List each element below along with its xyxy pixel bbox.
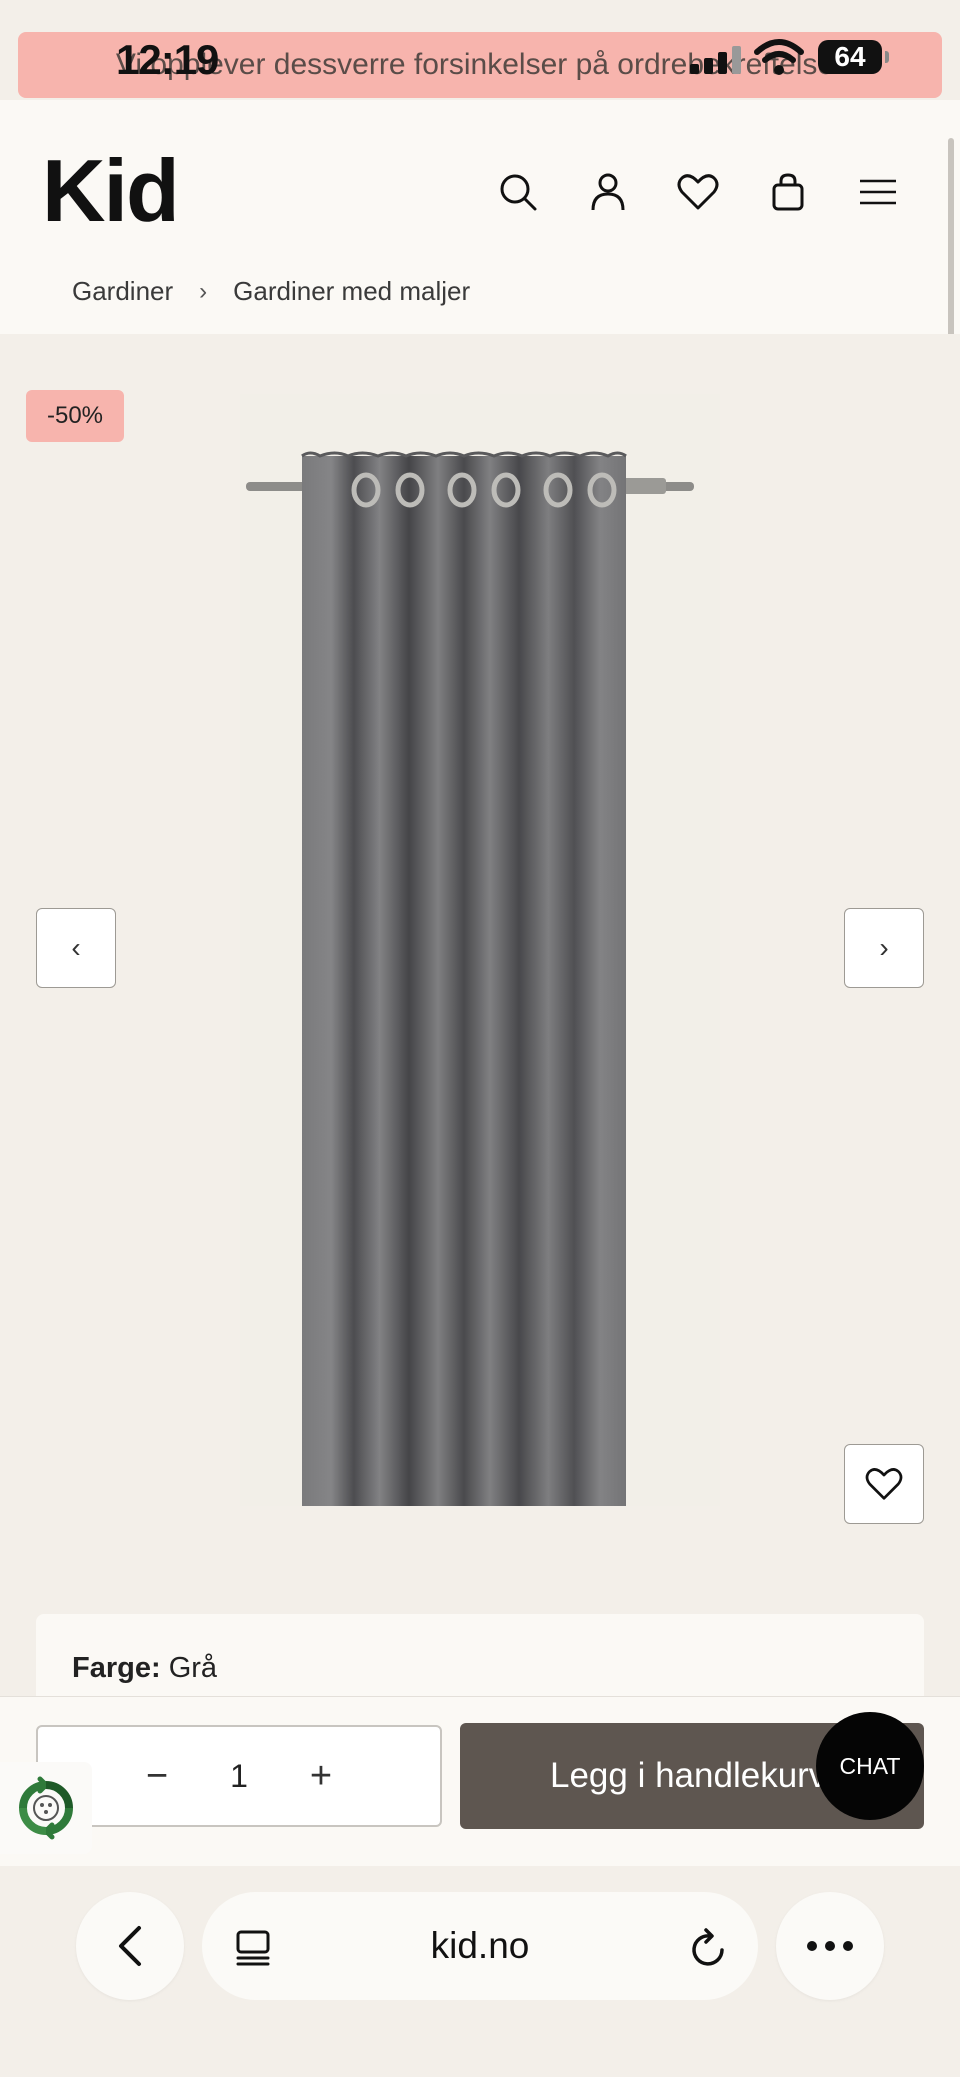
reload-icon[interactable] (688, 1926, 728, 1968)
user-icon[interactable] (582, 166, 634, 218)
breadcrumb-item-gardiner-med-maljer[interactable]: Gardiner med maljer (233, 276, 470, 307)
shopping-bag-icon[interactable] (762, 166, 814, 218)
header-actions (492, 166, 904, 218)
eco-badge-icon[interactable] (0, 1762, 92, 1854)
site-header: Kid Gardiner › Gardiner med maljer (0, 100, 960, 334)
chevron-left-icon: ‹ (71, 932, 81, 963)
gallery-prev-button[interactable]: ‹ (36, 908, 116, 988)
add-to-wishlist-button[interactable] (844, 1444, 924, 1524)
browser-toolbar: kid.no (0, 1866, 960, 2077)
search-icon[interactable] (492, 166, 544, 218)
chevron-right-icon: › (879, 932, 889, 963)
quantity-stepper: − 1 + (36, 1725, 442, 1827)
product-image[interactable] (240, 394, 720, 1506)
product-gallery: -50% ‹ › (0, 334, 960, 1596)
banner-text: Vi opplever dessverre forsinkelser på or… (115, 48, 845, 81)
browser-more-button[interactable] (776, 1892, 884, 2000)
add-to-cart-label: Legg i handlekurv (550, 1756, 827, 1795)
decrease-quantity-button[interactable]: − (146, 1757, 168, 1795)
color-label: Farge: (72, 1652, 161, 1684)
color-value: Grå (168, 1652, 218, 1684)
chat-label: CHAT (839, 1752, 901, 1779)
breadcrumb: Gardiner › Gardiner med maljer (72, 276, 470, 307)
color-line: Farge: Grå (72, 1652, 217, 1685)
color-selector[interactable]: Farge: Grå (36, 1614, 924, 1704)
increase-quantity-button[interactable]: + (310, 1757, 332, 1795)
discount-badge: -50% (26, 390, 124, 442)
browser-back-button[interactable] (76, 1892, 184, 2000)
breadcrumb-item-gardiner[interactable]: Gardiner (72, 276, 173, 307)
quantity-value[interactable]: 1 (230, 1758, 248, 1795)
address-bar[interactable]: kid.no (202, 1892, 758, 2000)
sticky-buy-bar: − 1 + Legg i handlekurv (0, 1696, 960, 1866)
heart-icon[interactable] (672, 166, 724, 218)
gallery-next-button[interactable]: › (844, 908, 924, 988)
breadcrumb-separator-icon: › (199, 277, 208, 305)
url-text: kid.no (430, 1925, 530, 1966)
chevron-left-icon (119, 1926, 141, 1966)
chat-button[interactable]: CHAT (816, 1712, 924, 1820)
heart-icon (865, 1468, 903, 1500)
tabs-icon[interactable] (234, 1928, 272, 1968)
more-dots-icon (807, 1941, 853, 1951)
alert-banner[interactable]: Vi opplever dessverre forsinkelser på or… (18, 32, 942, 98)
menu-icon[interactable] (852, 166, 904, 218)
site-logo[interactable]: Kid (42, 140, 180, 242)
